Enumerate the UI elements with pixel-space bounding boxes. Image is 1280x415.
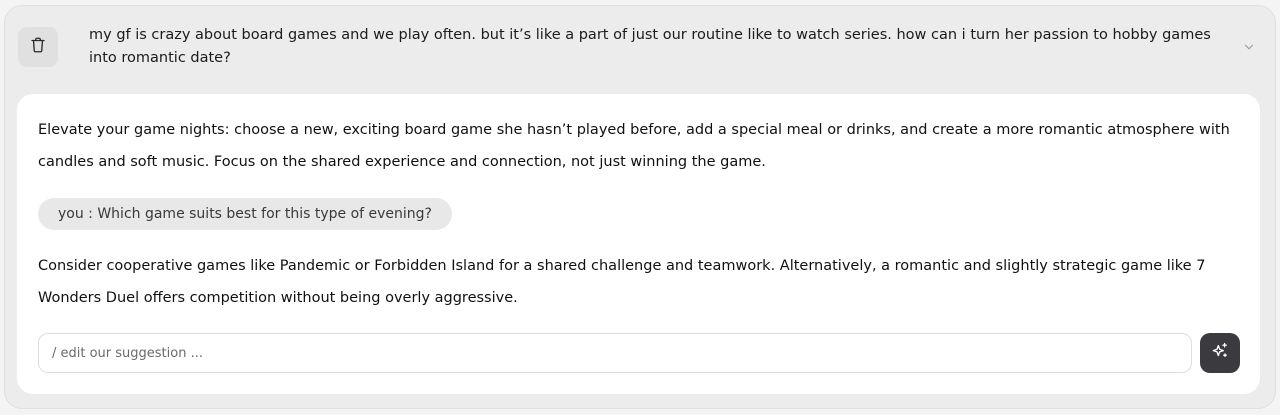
user-question: my gf is crazy about board games and we … — [89, 27, 1211, 66]
conversation-card: my gf is crazy about board games and we … — [4, 5, 1276, 409]
delete-button[interactable] — [18, 27, 58, 67]
sparkle-icon — [1210, 341, 1230, 365]
expand-toggle[interactable] — [1241, 40, 1257, 56]
suggestion-input-wrapper — [38, 333, 1192, 373]
answer-panel: Elevate your game nights: choose a new, … — [17, 94, 1260, 394]
generate-button[interactable] — [1200, 333, 1240, 373]
assistant-answer: Elevate your game nights: choose a new, … — [38, 122, 1230, 170]
followup-question-chip: you : Which game suits best for this typ… — [38, 198, 452, 230]
trash-icon — [29, 36, 47, 58]
chevron-down-icon — [1242, 39, 1256, 58]
edit-suggestion-input[interactable] — [39, 334, 1191, 372]
assistant-answer: Consider cooperative games like Pandemic… — [38, 258, 1206, 306]
question-header: my gf is crazy about board games and we … — [5, 6, 1275, 94]
